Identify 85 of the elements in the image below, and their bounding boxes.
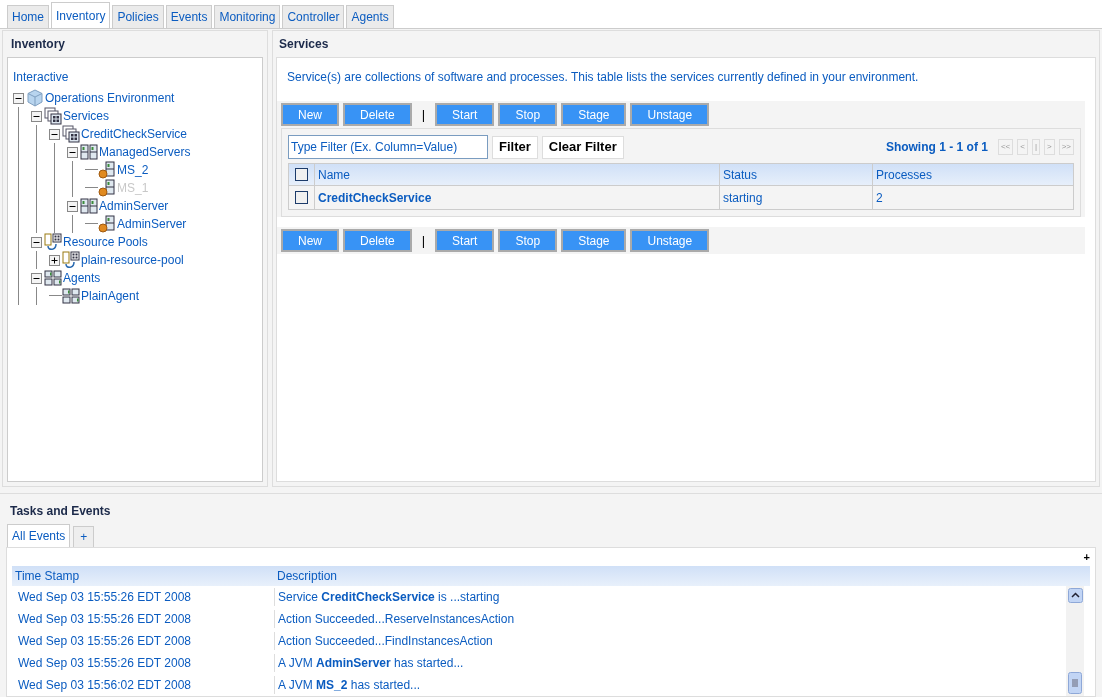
- toolbar-button[interactable]: Stop: [498, 103, 558, 126]
- filter-button[interactable]: Filter: [492, 135, 538, 159]
- pager-status: Showing 1 - 1 of 1: [885, 139, 988, 156]
- toolbar-button[interactable]: New: [281, 103, 339, 126]
- toolbar-button[interactable]: Stage: [561, 103, 627, 126]
- events-tab[interactable]: +: [73, 526, 95, 547]
- expand-toggle[interactable]: [31, 236, 42, 248]
- tree-item[interactable]: PlainAgent: [81, 287, 140, 305]
- events-tab[interactable]: All Events: [7, 524, 71, 547]
- intro-text: Service(s) are collections of software and processes. This table lists the services currently defined in your environment.: [286, 69, 920, 86]
- toolbar-button[interactable]: Unstage: [630, 103, 710, 126]
- tree-item[interactable]: Services: [63, 107, 109, 125]
- server-pair-icon: [80, 197, 98, 215]
- server-icon: [98, 215, 116, 233]
- toolbar-button[interactable]: Delete: [343, 103, 412, 126]
- tree-item[interactable]: CreditCheckService: [81, 125, 188, 143]
- checkbox[interactable]: [295, 168, 308, 181]
- nav-tab[interactable]: Controller: [282, 5, 345, 28]
- toolbar-button[interactable]: Stop: [498, 229, 558, 252]
- event-time: Wed Sep 03 15:55:26 EDT 2008: [17, 633, 192, 650]
- toolbar-button[interactable]: Start: [435, 103, 495, 126]
- toolbar-button[interactable]: Delete: [343, 229, 412, 252]
- checkbox[interactable]: [295, 191, 308, 204]
- event-time: Wed Sep 03 15:56:02 EDT 2008: [17, 677, 192, 694]
- toolbar-separator: |: [420, 231, 427, 250]
- nav-tab[interactable]: Agents: [346, 5, 394, 28]
- toolbar-button[interactable]: Start: [435, 229, 495, 252]
- tree-item[interactable]: plain-resource-pool: [81, 251, 184, 269]
- event-time: Wed Sep 03 15:55:26 EDT 2008: [17, 611, 192, 628]
- nav-tab[interactable]: Policies: [112, 5, 164, 28]
- column-header: Description: [276, 568, 339, 585]
- agent-icon: [62, 287, 80, 305]
- mode-label: Interactive: [13, 69, 70, 86]
- column-header: Name: [314, 163, 720, 186]
- tree-item[interactable]: AdminServer: [99, 197, 169, 215]
- pager-button[interactable]: >: [1044, 139, 1055, 155]
- cube-icon: [26, 89, 44, 107]
- server-icon: [98, 179, 116, 197]
- stacked-windows-icon: [44, 107, 62, 125]
- expand-toggle[interactable]: [67, 200, 78, 212]
- event-time: Wed Sep 03 15:55:26 EDT 2008: [17, 655, 192, 672]
- toolbar-button[interactable]: New: [281, 229, 339, 252]
- expand-toggle[interactable]: [31, 110, 42, 122]
- expand-toggle[interactable]: [31, 272, 42, 284]
- scrollbar[interactable]: [1066, 586, 1084, 696]
- pager-button[interactable]: |: [1031, 139, 1040, 155]
- tree-item[interactable]: ManagedServers: [99, 143, 191, 161]
- filter-button[interactable]: Clear Filter: [541, 135, 624, 159]
- column-header: Status: [719, 163, 873, 186]
- nav-tab[interactable]: Inventory: [51, 2, 111, 28]
- server-pair-icon: [80, 143, 98, 161]
- pool-icon: [44, 233, 62, 251]
- tree-item[interactable]: Operations Environment: [45, 89, 175, 107]
- expand-corner[interactable]: +: [1083, 551, 1090, 563]
- column-header: Time Stamp: [14, 568, 81, 585]
- service-link[interactable]: CreditCheckService: [314, 185, 720, 210]
- tree-item[interactable]: Agents: [63, 269, 101, 287]
- column-header: Processes: [872, 163, 1074, 186]
- tree-item[interactable]: MS_2: [117, 161, 149, 179]
- tree-item[interactable]: Resource Pools: [63, 233, 148, 251]
- panel-title: Inventory: [10, 36, 66, 53]
- panel-title: Tasks and Events: [9, 503, 112, 520]
- server-icon: [98, 161, 116, 179]
- toolbar-button[interactable]: Unstage: [630, 229, 710, 252]
- scroll-up-icon[interactable]: [1067, 588, 1083, 603]
- toolbar-separator: |: [420, 105, 427, 124]
- toolbar-button[interactable]: Stage: [561, 229, 627, 252]
- stacked-windows-icon: [62, 125, 80, 143]
- agent-icon: [44, 269, 62, 287]
- nav-tab[interactable]: Home: [7, 5, 49, 28]
- expand-toggle[interactable]: [49, 254, 60, 266]
- nav-tab[interactable]: Monitoring: [214, 5, 281, 28]
- scroll-thumb-icon[interactable]: [1068, 672, 1082, 694]
- table-cell: 2: [872, 185, 1074, 210]
- table-cell: starting: [719, 185, 873, 210]
- event-time: Wed Sep 03 15:55:26 EDT 2008: [17, 589, 192, 606]
- nav-tab[interactable]: Events: [165, 5, 213, 28]
- expand-toggle[interactable]: [49, 128, 60, 140]
- expand-toggle[interactable]: [67, 146, 78, 158]
- expand-toggle[interactable]: [13, 92, 24, 104]
- filter-field[interactable]: Type Filter (Ex. Column=Value): [288, 135, 488, 159]
- tree-item[interactable]: AdminServer: [117, 215, 187, 233]
- panel-title: Services: [278, 36, 330, 53]
- pager-button[interactable]: <: [1017, 139, 1028, 155]
- pool-icon: [62, 251, 80, 269]
